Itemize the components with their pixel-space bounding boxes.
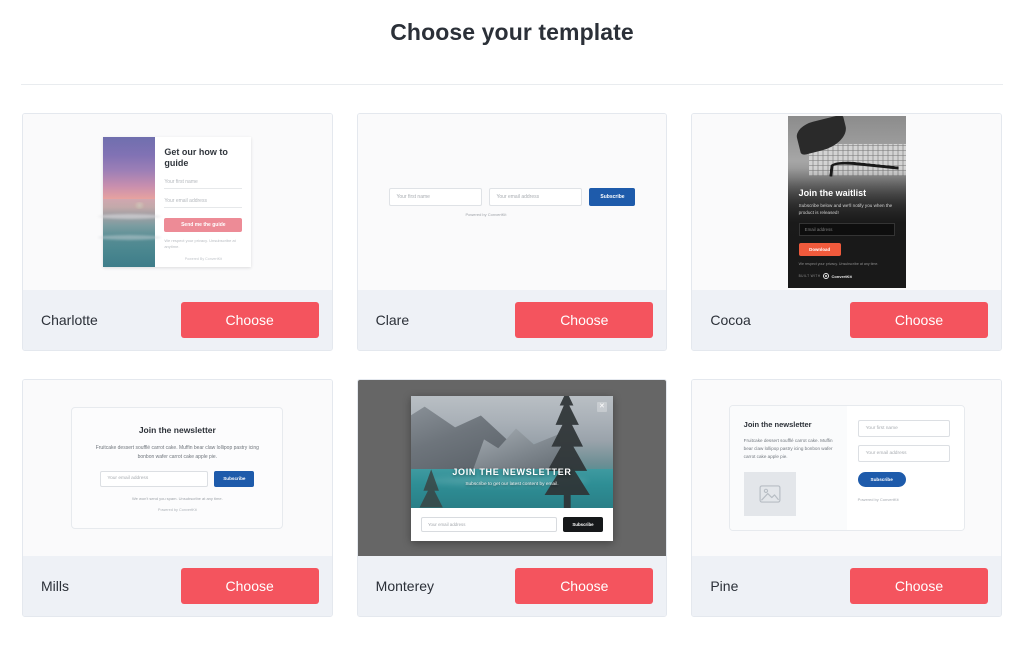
template-name-charlotte: Charlotte [41,312,98,328]
pine-subscribe-button[interactable]: Subscribe [857,472,906,488]
mills-powered-by: Powered by ConvertKit [157,507,197,512]
cocoa-form-preview: Join the waitlist Subscribe below and we… [787,116,906,288]
built-with-label: BUILT WITH [798,274,821,278]
template-preview-cocoa: Join the waitlist Subscribe below and we… [692,114,1001,290]
template-preview-clare: Your first name Your email address Subsc… [357,114,667,290]
pine-left-column: Join the newsletter Fruitcake dessert so… [729,406,847,530]
clare-form-preview: Your first name Your email address Subsc… [389,187,636,217]
clare-first-name-field[interactable]: Your first name [389,187,483,206]
mountain-lake-image: ✕ JOIN THE NEWSLETTER Subscribe to get o… [410,395,613,508]
pine-first-name-field[interactable]: Your first name [857,420,950,438]
mills-body-text: Fruitcake dessert soufflé carrot cake. M… [95,445,259,460]
mills-heading: Join the newsletter [138,425,216,436]
template-footer-monterey: Monterey Choose [357,556,667,616]
template-name-clare: Clare [375,312,410,328]
monterey-text-block: JOIN THE NEWSLETTER Subscribe to get our… [411,467,613,487]
choose-button-pine[interactable]: Choose [849,568,988,604]
template-footer-clare: Clare Choose [357,290,667,350]
template-preview-monterey: ✕ JOIN THE NEWSLETTER Subscribe to get o… [357,380,667,556]
charlotte-submit-button[interactable]: Send me the guide [164,217,243,232]
choose-button-monterey[interactable]: Choose [515,568,654,604]
template-card-clare[interactable]: Your first name Your email address Subsc… [356,113,668,351]
convertkit-mark-icon [823,273,830,279]
monterey-subscribe-button[interactable]: Subscribe [562,516,603,532]
template-footer-cocoa: Cocoa Choose [692,290,1001,350]
cocoa-built-with: BUILT WITH ConvertKit [799,273,895,279]
mills-subscribe-button[interactable]: Subscribe [214,470,255,487]
choose-button-charlotte[interactable]: Choose [180,302,319,338]
mills-email-field[interactable]: Your email address [100,470,209,487]
monterey-modal: ✕ JOIN THE NEWSLETTER Subscribe to get o… [410,395,613,541]
monterey-subheading: Subscribe to get our latest content by e… [465,482,559,488]
cocoa-heading: Join the waitlist [798,187,867,198]
charlotte-privacy-text: We respect your privacy. Unsubscribe at … [164,237,236,249]
cocoa-email-field[interactable]: Email address [798,223,895,236]
mills-form-preview: Join the newsletter Fruitcake dessert so… [71,407,284,529]
clare-form-row: Your first name Your email address Subsc… [389,187,636,206]
clare-subscribe-button[interactable]: Subscribe [589,187,636,206]
pine-form-preview: Join the newsletter Fruitcake dessert so… [728,405,965,531]
pine-heading: Join the newsletter [743,420,812,430]
charlotte-powered-by: Powered By ConvertKit [184,256,222,261]
cocoa-privacy-text: We respect your privacy. Unsubscribe at … [798,262,879,266]
page-title: Choose your template [390,19,634,45]
template-card-monterey[interactable]: ✕ JOIN THE NEWSLETTER Subscribe to get o… [356,379,668,617]
template-name-mills: Mills [41,578,69,594]
choose-button-cocoa[interactable]: Choose [849,302,988,338]
choose-button-clare[interactable]: Choose [515,302,654,338]
template-name-cocoa: Cocoa [710,312,751,328]
template-card-mills[interactable]: Join the newsletter Fruitcake dessert so… [22,379,333,617]
template-preview-mills: Join the newsletter Fruitcake dessert so… [23,380,332,556]
template-footer-pine: Pine Choose [692,556,1001,616]
charlotte-form-preview: Get our how to guide Your first name You… [103,137,252,267]
pine-right-column: Your first name Your email address Subsc… [846,406,964,530]
monterey-heading: JOIN THE NEWSLETTER [452,467,572,478]
close-icon[interactable]: ✕ [596,401,607,412]
template-name-monterey: Monterey [375,578,435,594]
image-placeholder [743,471,796,516]
mills-form-row: Your email address Subscribe [92,470,262,487]
choose-button-mills[interactable]: Choose [180,568,319,604]
cocoa-form: Join the waitlist Subscribe below and we… [798,187,895,279]
template-chooser-page: Choose your template Get our how to guid… [0,0,1024,650]
pine-email-field[interactable]: Your email address [857,445,950,463]
clare-email-field[interactable]: Your email address [489,187,583,206]
ocean-waves [103,199,156,267]
convertkit-label: ConvertKit [831,273,852,279]
template-card-pine[interactable]: Join the newsletter Fruitcake dessert so… [691,379,1002,617]
template-grid: Get our how to guide Your first name You… [22,113,1002,617]
clare-powered-by: Powered by ConvertKit [465,211,507,217]
image-placeholder-icon [759,485,781,503]
charlotte-first-name-field[interactable]: Your first name [164,179,243,189]
template-preview-pine: Join the newsletter Fruitcake dessert so… [692,380,1001,556]
cocoa-download-button[interactable]: Download [798,243,841,256]
cocoa-subheading: Subscribe below and we'll notify you whe… [798,202,893,215]
sunset-ocean-image [103,137,156,267]
template-name-pine: Pine [710,578,739,594]
monterey-modal-backdrop: ✕ JOIN THE NEWSLETTER Subscribe to get o… [357,380,667,556]
mills-spam-text: We won't send you spam. Unsubscribe at a… [131,495,223,501]
template-card-cocoa[interactable]: Join the waitlist Subscribe below and we… [691,113,1002,351]
monterey-email-field[interactable]: Your email address [420,516,557,532]
convertkit-logo: ConvertKit [823,273,852,279]
charlotte-heading: Get our how to guide [164,147,228,169]
charlotte-form: Get our how to guide Your first name You… [155,137,251,267]
template-footer-charlotte: Charlotte Choose [23,290,332,350]
template-footer-mills: Mills Choose [23,556,332,616]
template-card-charlotte[interactable]: Get our how to guide Your first name You… [22,113,333,351]
monterey-form-row: Your email address Subscribe [410,507,613,541]
header-divider [21,84,1003,85]
template-preview-charlotte: Get our how to guide Your first name You… [23,114,332,290]
pine-body-text: Fruitcake dessert soufflé carrot cake. M… [743,438,833,459]
charlotte-email-field[interactable]: Your email address [164,198,243,208]
pine-powered-by: Powered by ConvertKit [857,497,899,503]
